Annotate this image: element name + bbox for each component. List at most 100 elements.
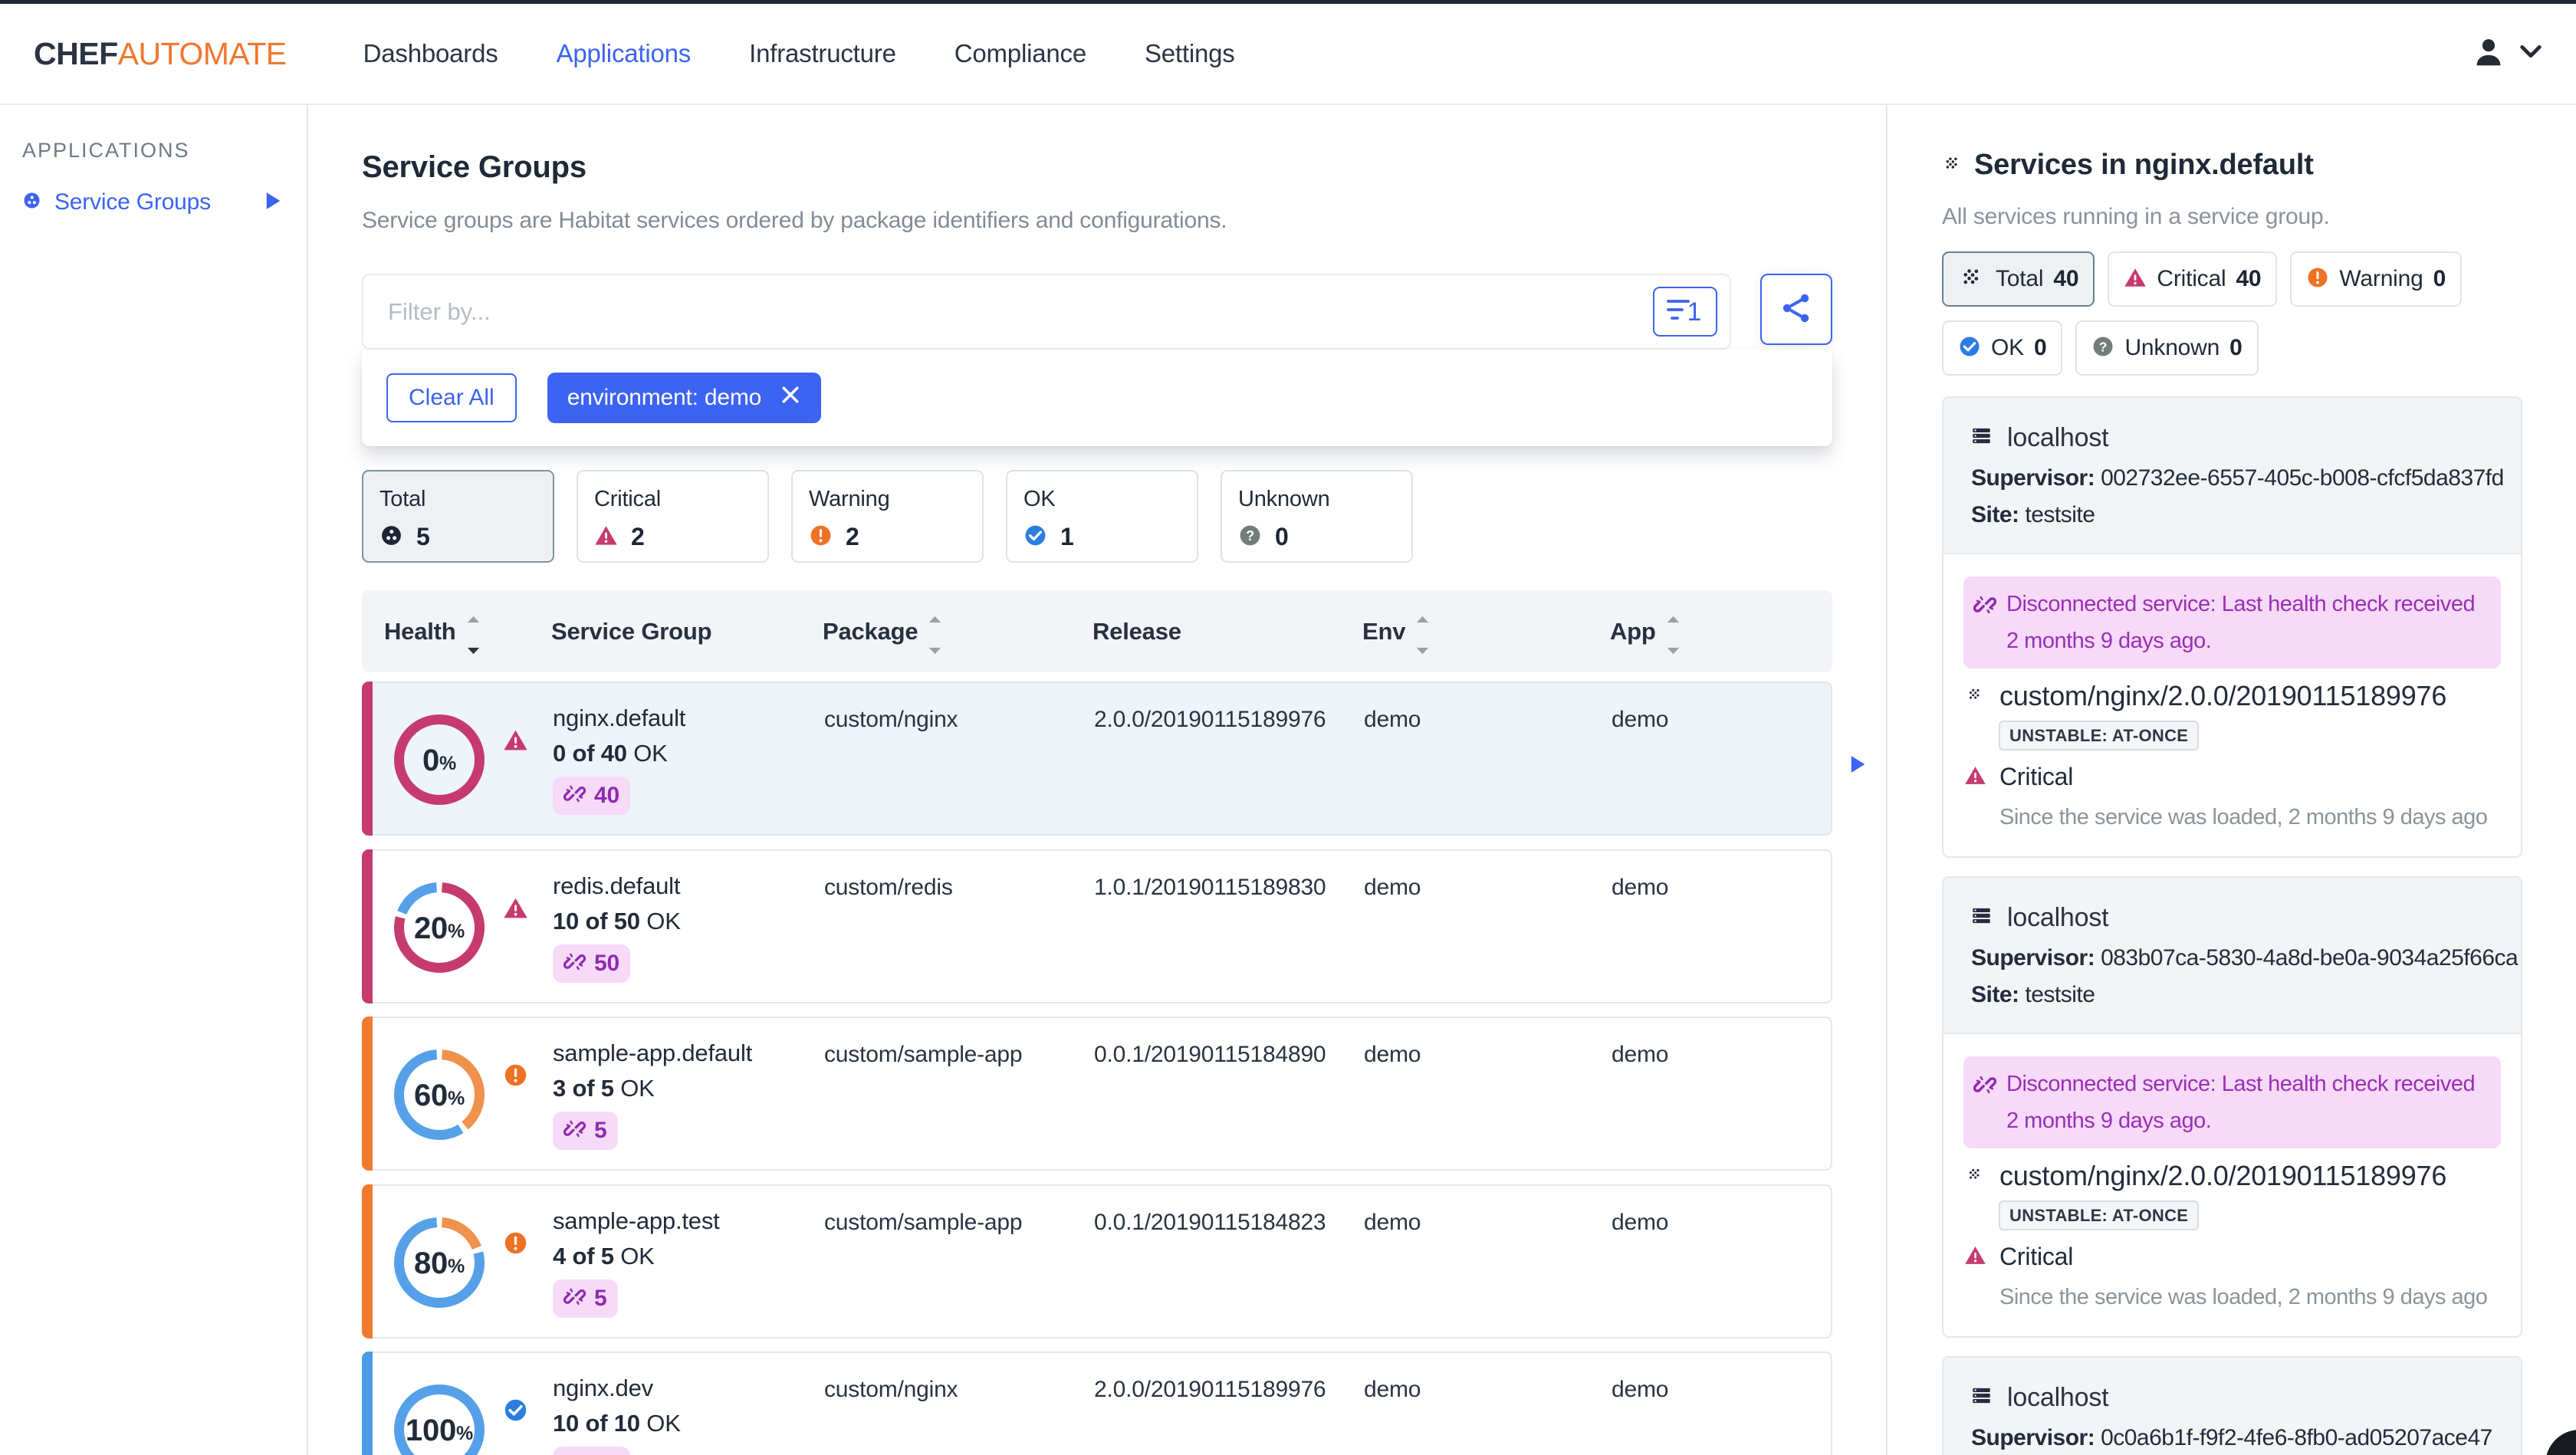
column-header-env[interactable]: Env bbox=[1362, 602, 1610, 661]
disconnected-broken-link-icon bbox=[563, 1118, 586, 1144]
table-column-label: Env bbox=[1362, 617, 1406, 645]
disconnected-badge: 50 bbox=[553, 944, 630, 983]
nav-item-dashboards[interactable]: Dashboards bbox=[363, 39, 498, 68]
table-header: Health Service Group Package Release Env… bbox=[362, 590, 1832, 672]
clear-all-button[interactable]: Clear All bbox=[386, 373, 517, 422]
sidebar-item-service-groups[interactable]: Service Groups bbox=[22, 189, 307, 215]
applied-filters-panel: Clear All environment: demo bbox=[362, 350, 1832, 446]
status-tile-unknown[interactable]: Unknown ? 0 bbox=[1221, 470, 1413, 563]
filter-count-button[interactable]: 1 bbox=[1653, 287, 1717, 337]
sort-control[interactable] bbox=[467, 602, 480, 661]
service-supervisor: Supervisor: 0c0a6b1f-f9f2-4fe6-8fb0-ad05… bbox=[1971, 1425, 2492, 1450]
services-panel: Services in nginx.default All services r… bbox=[1886, 105, 2576, 1455]
service-card-header: localhost Supervisor: 083b07ca-5830-4a8d… bbox=[1944, 878, 2521, 1034]
sort-control[interactable] bbox=[1416, 602, 1429, 661]
services-pill-ok[interactable]: OK 0 bbox=[1942, 320, 2063, 376]
sort-control[interactable] bbox=[1667, 602, 1680, 661]
service-health-label: Critical bbox=[1999, 763, 2074, 790]
sort-up-icon bbox=[928, 602, 941, 629]
nav-item-applications[interactable]: Applications bbox=[557, 39, 692, 68]
release-cell: 0.0.1/20190115184890 bbox=[1094, 1042, 1326, 1067]
package-dots-icon bbox=[1966, 685, 1984, 708]
main-content: Service Groups Service groups are Habita… bbox=[308, 105, 1886, 1455]
disconnected-badge: 10 bbox=[553, 1447, 630, 1455]
service-group-row-sample-app.test[interactable]: 80% sample-app.test 4 of 5 OK 5 custom/s… bbox=[362, 1184, 1832, 1338]
ok-count: 10 of 10 OK bbox=[553, 1410, 681, 1437]
status-tile-count: 1 bbox=[1060, 523, 1074, 550]
services-status-pill-label: Critical bbox=[2157, 266, 2226, 291]
app-cell: demo bbox=[1612, 1042, 1669, 1067]
service-group-list: 0% nginx.default 0 of 40 OK 40 custom/ng… bbox=[362, 682, 1865, 1455]
ok-status-icon bbox=[1024, 524, 1047, 551]
disconnected-banner-text: Disconnected service: Last health check … bbox=[2006, 1072, 2476, 1133]
nav-item-settings[interactable]: Settings bbox=[1145, 39, 1235, 68]
column-header-app[interactable]: App bbox=[1610, 602, 1832, 661]
warning-status-icon bbox=[503, 1063, 528, 1092]
top-nav-bar: CHEFAUTOMATE Dashboards Applications Infra… bbox=[0, 4, 2576, 105]
status-tiles: Total 5 Critical 2 Warning 2 OK 1 Unknow… bbox=[362, 470, 1832, 563]
service-group-row-redis.default[interactable]: 20% redis.default 10 of 50 OK 50 custom/… bbox=[362, 849, 1832, 1003]
service-card-body: Disconnected service: Last health check … bbox=[1944, 554, 2521, 856]
disconnected-broken-link-icon bbox=[563, 951, 586, 977]
services-pill-total[interactable]: Total 40 bbox=[1942, 251, 2095, 307]
page-title: Service Groups bbox=[362, 150, 586, 184]
env-cell: demo bbox=[1364, 1209, 1421, 1235]
health-cell: 0% bbox=[363, 683, 553, 834]
critical-status-icon bbox=[503, 895, 528, 925]
column-header-service-group[interactable]: Service Group bbox=[551, 618, 823, 645]
status-tile-critical[interactable]: Critical 2 bbox=[577, 470, 769, 563]
status-tile-label: Total bbox=[380, 487, 426, 511]
service-supervisor: Supervisor: 002732ee-6557-405c-b008-cfcf… bbox=[1971, 465, 2504, 491]
filter-chip-environment-demo[interactable]: environment: demo bbox=[547, 373, 822, 423]
service-site: Site: testsite bbox=[1971, 502, 2095, 527]
remove-filter-x-icon[interactable] bbox=[780, 384, 801, 412]
service-group-row-nginx.dev[interactable]: 100% nginx.dev 10 of 10 OK 10 custom/ngi… bbox=[362, 1352, 1832, 1455]
disconnected-banner-icon bbox=[1973, 586, 1997, 659]
services-status-pill-count: 0 bbox=[2229, 335, 2242, 360]
filter-input[interactable] bbox=[363, 297, 1653, 326]
disconnected-banner: Disconnected service: Last health check … bbox=[1963, 1056, 2501, 1148]
column-header-health[interactable]: Health bbox=[362, 602, 551, 661]
svg-text:20%: 20% bbox=[414, 911, 465, 945]
nav-item-infrastructure[interactable]: Infrastructure bbox=[749, 39, 896, 68]
status-tile-ok[interactable]: OK 1 bbox=[1006, 470, 1198, 563]
filter-chip-label: environment: demo bbox=[567, 385, 762, 410]
ok-count: 4 of 5 OK bbox=[553, 1242, 655, 1269]
services-status-pill-label: Unknown bbox=[2124, 335, 2220, 360]
chef-automate-logo[interactable]: CHEFAUTOMATE bbox=[34, 36, 287, 72]
server-icon bbox=[1971, 1385, 1992, 1410]
services-pill-critical[interactable]: Critical 40 bbox=[2108, 251, 2278, 307]
env-cell: demo bbox=[1364, 1377, 1421, 1402]
disconnected-badge: 5 bbox=[553, 1279, 618, 1318]
table-column-label: Release bbox=[1092, 617, 1181, 645]
table-column-label: Health bbox=[384, 617, 456, 645]
sidebar: APPLICATIONS Service Groups bbox=[0, 105, 308, 1455]
services-status-pill-label: OK bbox=[1991, 335, 2024, 360]
services-pill-unknown[interactable]: ? Unknown 0 bbox=[2075, 320, 2259, 376]
services-panel-subtitle: All services running in a service group. bbox=[1942, 204, 2330, 229]
services-pill-warning[interactable]: Warning 0 bbox=[2290, 251, 2463, 307]
nav-item-compliance[interactable]: Compliance bbox=[955, 39, 1086, 68]
status-tile-warning[interactable]: Warning 2 bbox=[791, 470, 984, 563]
user-menu-chevron-down-icon[interactable] bbox=[2519, 44, 2542, 64]
share-button[interactable] bbox=[1760, 274, 1832, 345]
sort-control[interactable] bbox=[928, 602, 941, 661]
service-since-text: Since the service was loaded, 2 months 9… bbox=[1999, 1285, 2488, 1309]
disconnected-badge: 5 bbox=[553, 1112, 618, 1150]
status-tile-label: Critical bbox=[594, 487, 662, 511]
health-ring: 60% bbox=[394, 1049, 485, 1140]
status-tile-count: 5 bbox=[416, 523, 430, 550]
service-site: Site: testsite bbox=[1971, 982, 2095, 1007]
column-header-release[interactable]: Release bbox=[1092, 618, 1362, 645]
service-group-row-sample-app.default[interactable]: 60% sample-app.default 3 of 5 OK 5 custo… bbox=[362, 1017, 1832, 1171]
service-group-name: nginx.dev bbox=[553, 1375, 653, 1401]
service-group-cell: nginx.default 0 of 40 OK 40 bbox=[553, 683, 824, 834]
user-profile-icon[interactable] bbox=[2472, 34, 2505, 74]
status-tile-total[interactable]: Total 5 bbox=[362, 470, 554, 563]
sort-down-icon bbox=[1416, 633, 1429, 661]
disconnected-count: 5 bbox=[594, 1118, 607, 1143]
disconnected-count: 40 bbox=[594, 783, 619, 808]
service-group-row-nginx.default[interactable]: 0% nginx.default 0 of 40 OK 40 custom/ng… bbox=[362, 682, 1865, 836]
sidebar-item-expand-icon[interactable] bbox=[265, 191, 281, 215]
column-header-package[interactable]: Package bbox=[823, 602, 1092, 661]
